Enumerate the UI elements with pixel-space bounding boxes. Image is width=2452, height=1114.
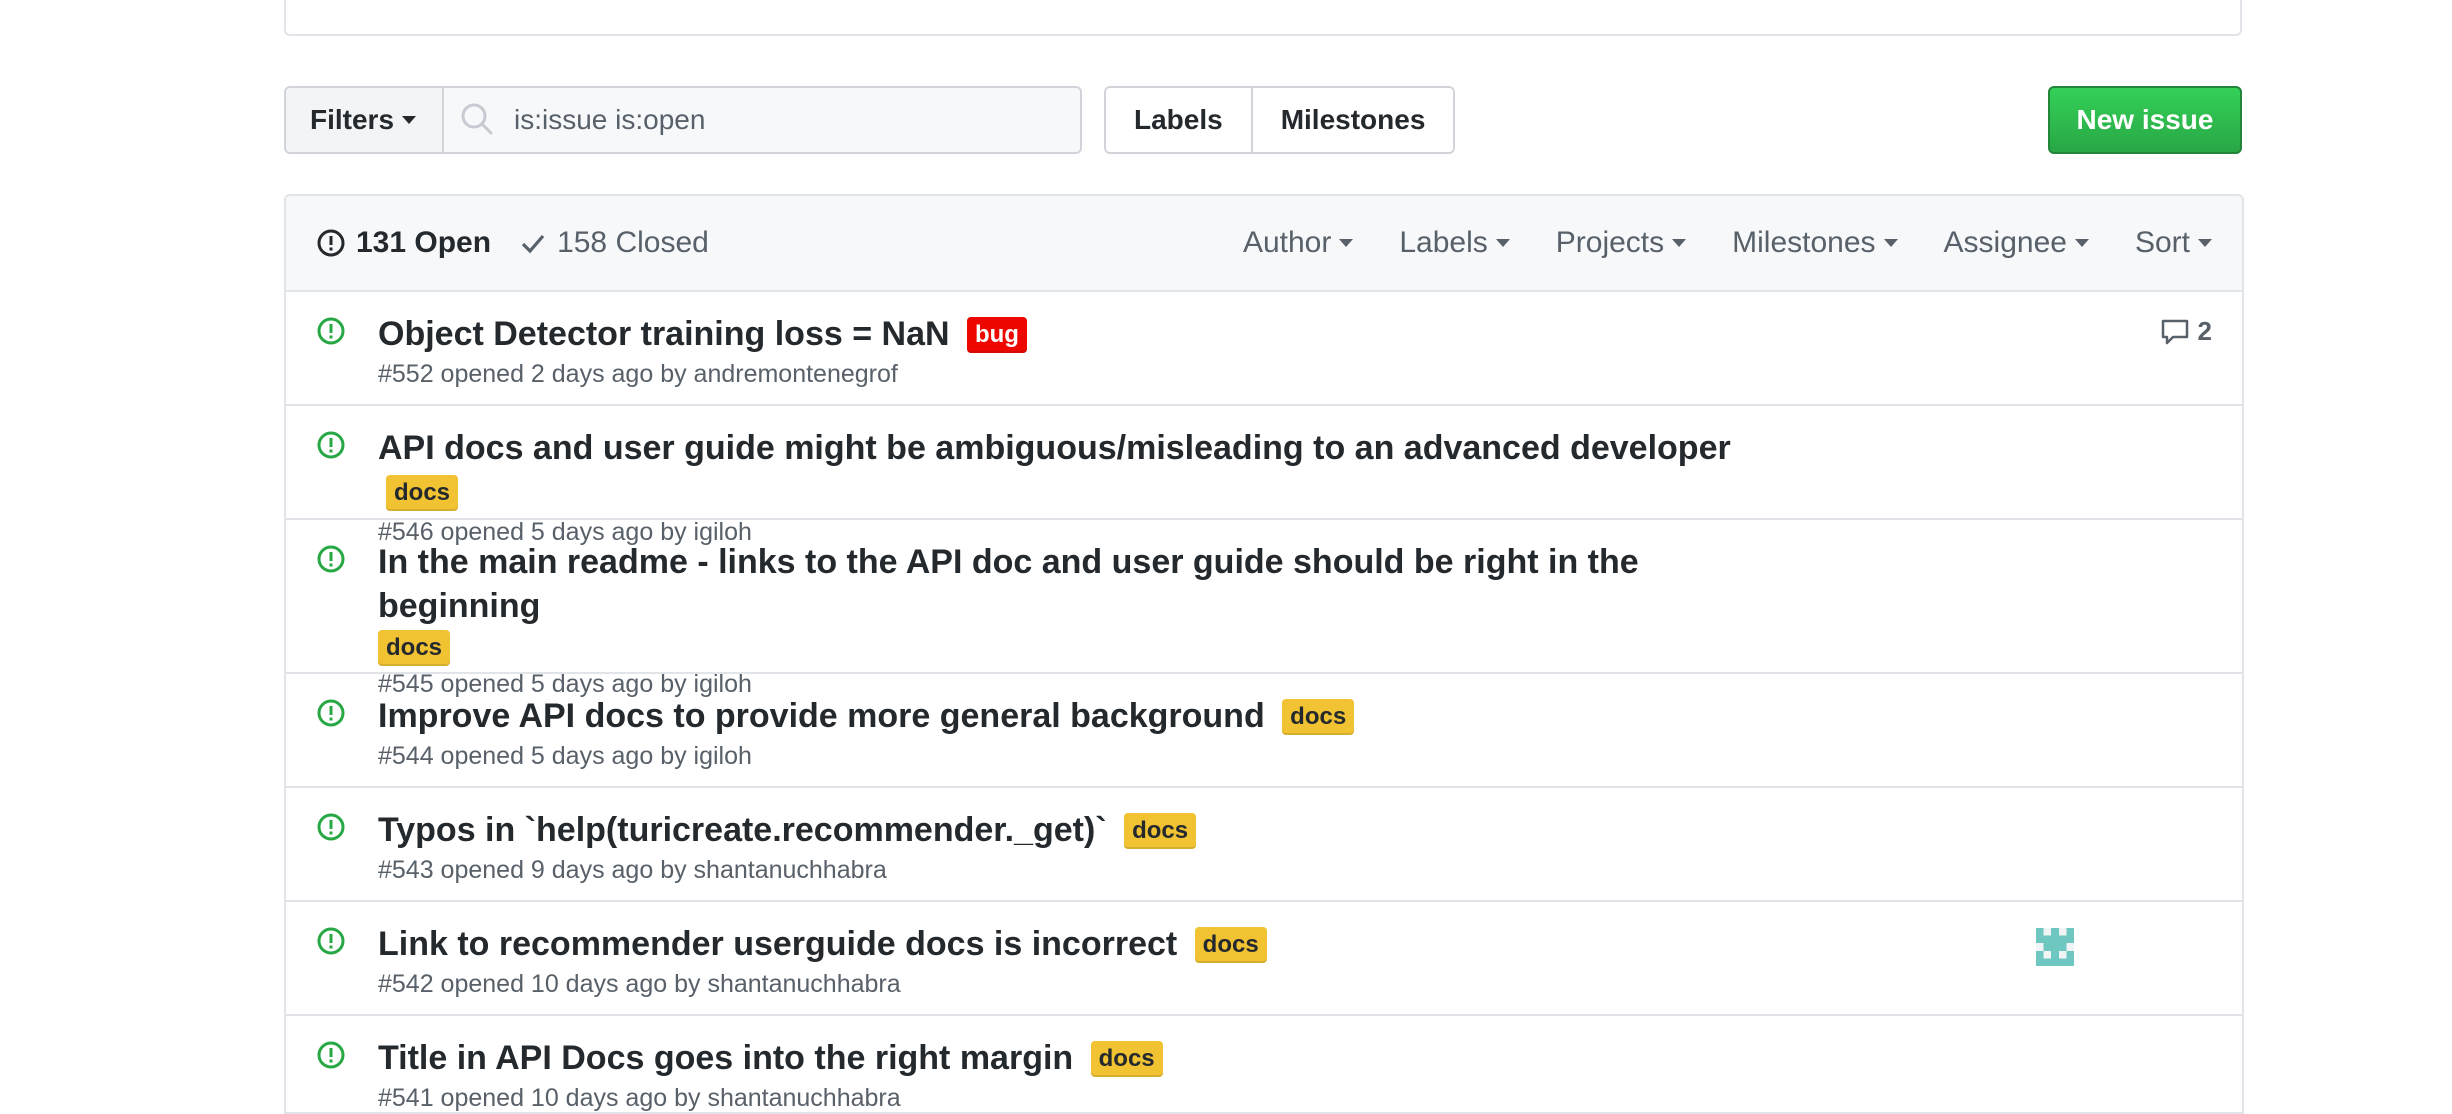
issue-open-icon <box>317 1041 345 1069</box>
issues-list-header: 131 Open 158 Closed Author Labels Projec… <box>286 196 2242 292</box>
labels-milestones-group: Labels Milestones <box>1104 86 1456 154</box>
issue-row: Title in API Docs goes into the right ma… <box>286 1016 2242 1112</box>
assignee-avatar[interactable] <box>2036 928 2074 966</box>
label-docs[interactable]: docs <box>1194 927 1267 963</box>
check-icon <box>521 234 545 254</box>
issue-open-icon <box>317 813 345 841</box>
issue-open-icon <box>317 431 345 459</box>
label-docs[interactable]: docs <box>386 475 459 511</box>
issue-title-link[interactable]: Improve API docs to provide more general… <box>378 697 1265 735</box>
issue-meta: #542 opened 10 days ago by shantanuchhab… <box>378 970 901 998</box>
sort-filter-label: Sort <box>2134 226 2190 259</box>
issue-row: API docs and user guide might be ambiguo… <box>286 406 2242 546</box>
caret-down-icon <box>1495 239 1510 247</box>
issue-title-link[interactable]: Title in API Docs goes into the right ma… <box>378 1039 1073 1077</box>
issue-meta: #541 opened 10 days ago by shantanuchhab… <box>378 1084 901 1112</box>
closed-count-label: 158 Closed <box>557 226 709 259</box>
issue-meta: #544 opened 5 days ago by igiloh <box>378 742 752 770</box>
closed-issues-toggle[interactable]: 158 Closed <box>519 226 709 260</box>
issue-open-icon <box>317 699 345 727</box>
author-filter-label: Author <box>1242 226 1332 259</box>
caret-down-icon <box>2074 239 2089 247</box>
issue-search-box[interactable] <box>442 86 1082 154</box>
label-docs[interactable]: docs <box>378 630 451 666</box>
new-issue-button[interactable]: New issue <box>2048 86 2242 154</box>
open-count-label: 131 Open <box>356 226 492 259</box>
issue-title-link[interactable]: Object Detector training loss = NaN <box>378 315 950 353</box>
issue-search-input[interactable] <box>512 103 1076 137</box>
issue-open-icon <box>317 927 345 955</box>
label-docs[interactable]: docs <box>1282 699 1355 735</box>
issues-list-box: 131 Open 158 Closed Author Labels Projec… <box>284 194 2244 1114</box>
author-filter[interactable]: Author <box>1242 226 1354 260</box>
comments-link[interactable]: 2 <box>2160 316 2212 347</box>
milestones-filter-label: Milestones <box>1732 226 1876 259</box>
issue-row: Typos in `help(turicreate.recommender._g… <box>286 788 2242 902</box>
label-docs[interactable]: docs <box>1090 1041 1163 1077</box>
caret-down-icon <box>402 116 417 124</box>
search-icon <box>461 103 493 135</box>
label-bug[interactable]: bug <box>966 317 1027 353</box>
caret-down-icon <box>1883 239 1898 247</box>
issue-row: Object Detector training loss = NaN bug … <box>286 292 2242 406</box>
issue-title-link[interactable]: API docs and user guide might be ambiguo… <box>378 429 1731 467</box>
sort-filter[interactable]: Sort <box>2135 226 2212 260</box>
issue-meta: #543 opened 9 days ago by shantanuchhabr… <box>378 856 887 884</box>
issue-title-link[interactable]: Link to recommender userguide docs is in… <box>378 925 1177 963</box>
projects-filter-label: Projects <box>1555 226 1665 259</box>
labels-filter[interactable]: Labels <box>1399 226 1510 260</box>
issue-states: 131 Open 158 Closed <box>316 196 709 290</box>
labels-link[interactable]: Labels <box>1106 88 1251 152</box>
issue-title-link[interactable]: In the main readme - links to the API do… <box>378 543 1639 625</box>
comment-icon <box>2161 319 2188 344</box>
issues-subnav: Filters Labels Milestones New issue <box>284 86 2244 154</box>
caret-down-icon <box>2198 239 2212 247</box>
issue-meta: #552 opened 2 days ago by andremontenegr… <box>378 360 898 388</box>
issue-title-link[interactable]: Typos in `help(turicreate.recommender._g… <box>378 811 1107 849</box>
milestones-filter[interactable]: Milestones <box>1732 226 1898 260</box>
header-filter-menus: Author Labels Projects Milestones Assign… <box>1197 196 2212 290</box>
issue-row: In the main readme - links to the API do… <box>286 520 2242 698</box>
previous-panel-edge <box>284 0 2242 36</box>
assignee-filter[interactable]: Assignee <box>1944 226 2089 260</box>
assignee-filter-label: Assignee <box>1943 226 2067 259</box>
label-docs[interactable]: docs <box>1124 813 1197 849</box>
issue-row: Improve API docs to provide more general… <box>286 674 2242 788</box>
labels-filter-label: Labels <box>1399 226 1488 259</box>
issue-open-icon <box>317 317 345 345</box>
issue-row: Link to recommender userguide docs is in… <box>286 902 2242 1016</box>
caret-down-icon <box>1339 239 1354 247</box>
comment-count: 2 <box>2197 316 2212 346</box>
filters-dropdown-button[interactable]: Filters <box>284 86 444 154</box>
issue-open-icon <box>317 545 345 573</box>
projects-filter[interactable]: Projects <box>1555 226 1687 260</box>
filters-label: Filters <box>310 104 395 135</box>
caret-down-icon <box>1672 239 1687 247</box>
milestones-link[interactable]: Milestones <box>1250 88 1454 152</box>
open-issues-toggle[interactable]: 131 Open <box>316 226 491 260</box>
issue-opened-icon <box>317 229 345 257</box>
